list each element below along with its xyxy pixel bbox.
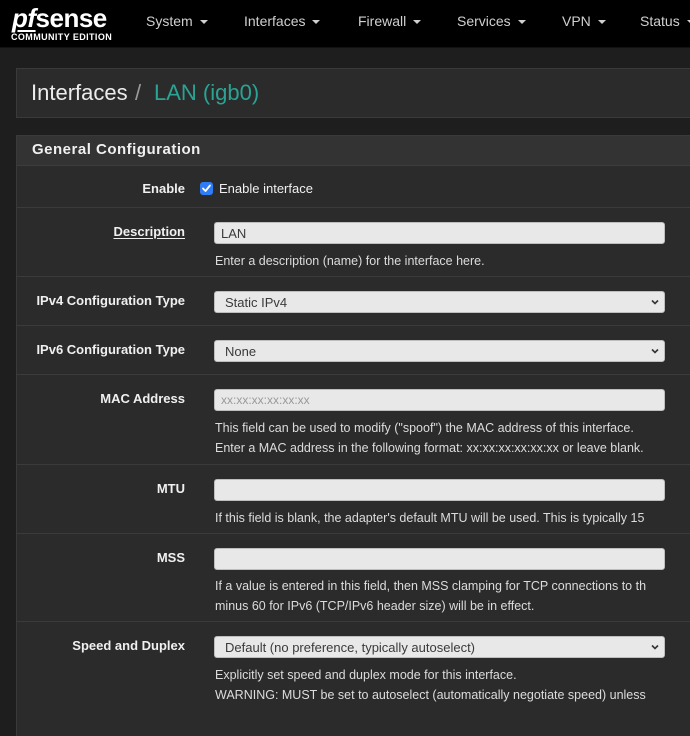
row-enable xyxy=(16,165,690,208)
enable-checkbox-label[interactable]: Enable interface xyxy=(219,181,313,196)
ipv6-type-value: None xyxy=(225,344,257,359)
caret-down-icon xyxy=(517,20,526,25)
chevron-down-icon xyxy=(651,644,659,650)
speed-duplex-help-2: WARNING: MUST be set to autoselect (auto… xyxy=(215,688,646,702)
checkmark-icon xyxy=(202,184,211,192)
nav-system[interactable]: System xyxy=(146,12,208,30)
breadcrumb: Interfaces / LAN (igb0) xyxy=(16,68,690,118)
description-label[interactable]: Description xyxy=(113,224,185,239)
description-help: Enter a description (name) for the inter… xyxy=(215,254,485,268)
nav-status-label: Status xyxy=(640,13,680,29)
caret-down-icon xyxy=(199,20,208,25)
caret-down-icon xyxy=(413,20,422,25)
nav-vpn[interactable]: VPN xyxy=(562,12,606,30)
mss-input[interactable] xyxy=(214,548,665,570)
nav-firewall[interactable]: Firewall xyxy=(358,12,422,30)
pfsense-logo[interactable]: pfsense COMMUNITY EDITION xyxy=(10,3,120,43)
ipv4-type-value: Static IPv4 xyxy=(225,295,288,310)
mac-address-help-1: This field can be used to modify ("spoof… xyxy=(215,421,634,435)
logo-edition: COMMUNITY EDITION xyxy=(11,32,113,42)
nav-interfaces-label: Interfaces xyxy=(244,13,306,29)
nav-system-label: System xyxy=(146,13,193,29)
chevron-down-icon xyxy=(651,348,659,354)
breadcrumb-root[interactable]: Interfaces xyxy=(31,80,128,106)
speed-duplex-label: Speed and Duplex xyxy=(72,638,185,653)
caret-down-icon xyxy=(597,20,606,25)
logo-wordmark: pfsense xyxy=(12,3,107,33)
caret-down-icon xyxy=(312,20,321,25)
ipv6-type-select[interactable]: None xyxy=(214,340,665,362)
mac-address-input[interactable]: xx:xx:xx:xx:xx:xx xyxy=(214,389,665,411)
mtu-input[interactable] xyxy=(214,479,665,501)
description-input[interactable]: LAN xyxy=(214,222,665,244)
mtu-help: If this field is blank, the adapter's de… xyxy=(215,511,645,525)
ipv6-type-label: IPv6 Configuration Type xyxy=(36,342,185,357)
chevron-down-icon xyxy=(651,299,659,305)
nav-services-label: Services xyxy=(457,13,511,29)
nav-vpn-label: VPN xyxy=(562,13,591,29)
ipv4-type-select[interactable]: Static IPv4 xyxy=(214,291,665,313)
mss-label: MSS xyxy=(156,550,185,565)
speed-duplex-value: Default (no preference, typically autose… xyxy=(225,640,476,655)
mac-address-label: MAC Address xyxy=(100,391,185,406)
nav-interfaces[interactable]: Interfaces xyxy=(244,12,321,30)
nav-services[interactable]: Services xyxy=(457,12,526,30)
mac-address-help-2: Enter a MAC address in the following for… xyxy=(215,441,644,455)
mtu-label: MTU xyxy=(156,481,185,496)
breadcrumb-current[interactable]: LAN (igb0) xyxy=(154,80,259,106)
enable-checkbox[interactable] xyxy=(200,182,213,195)
ipv4-type-label: IPv4 Configuration Type xyxy=(36,293,185,308)
mss-help-1: If a value is entered in this field, the… xyxy=(215,579,647,593)
nav-firewall-label: Firewall xyxy=(358,13,407,29)
speed-duplex-help-1: Explicitly set speed and duplex mode for… xyxy=(215,668,517,682)
panel-title: General Configuration xyxy=(32,141,201,158)
breadcrumb-separator: / xyxy=(135,80,142,105)
top-navbar: pfsense COMMUNITY EDITION System Interfa… xyxy=(0,0,690,48)
nav-status[interactable]: Status xyxy=(640,12,690,30)
speed-duplex-select[interactable]: Default (no preference, typically autose… xyxy=(214,636,665,658)
enable-label: Enable xyxy=(142,181,185,196)
panel-heading: General Configuration xyxy=(17,136,690,166)
mss-help-2: minus 60 for IPv6 (TCP/IPv6 header size)… xyxy=(215,599,535,613)
